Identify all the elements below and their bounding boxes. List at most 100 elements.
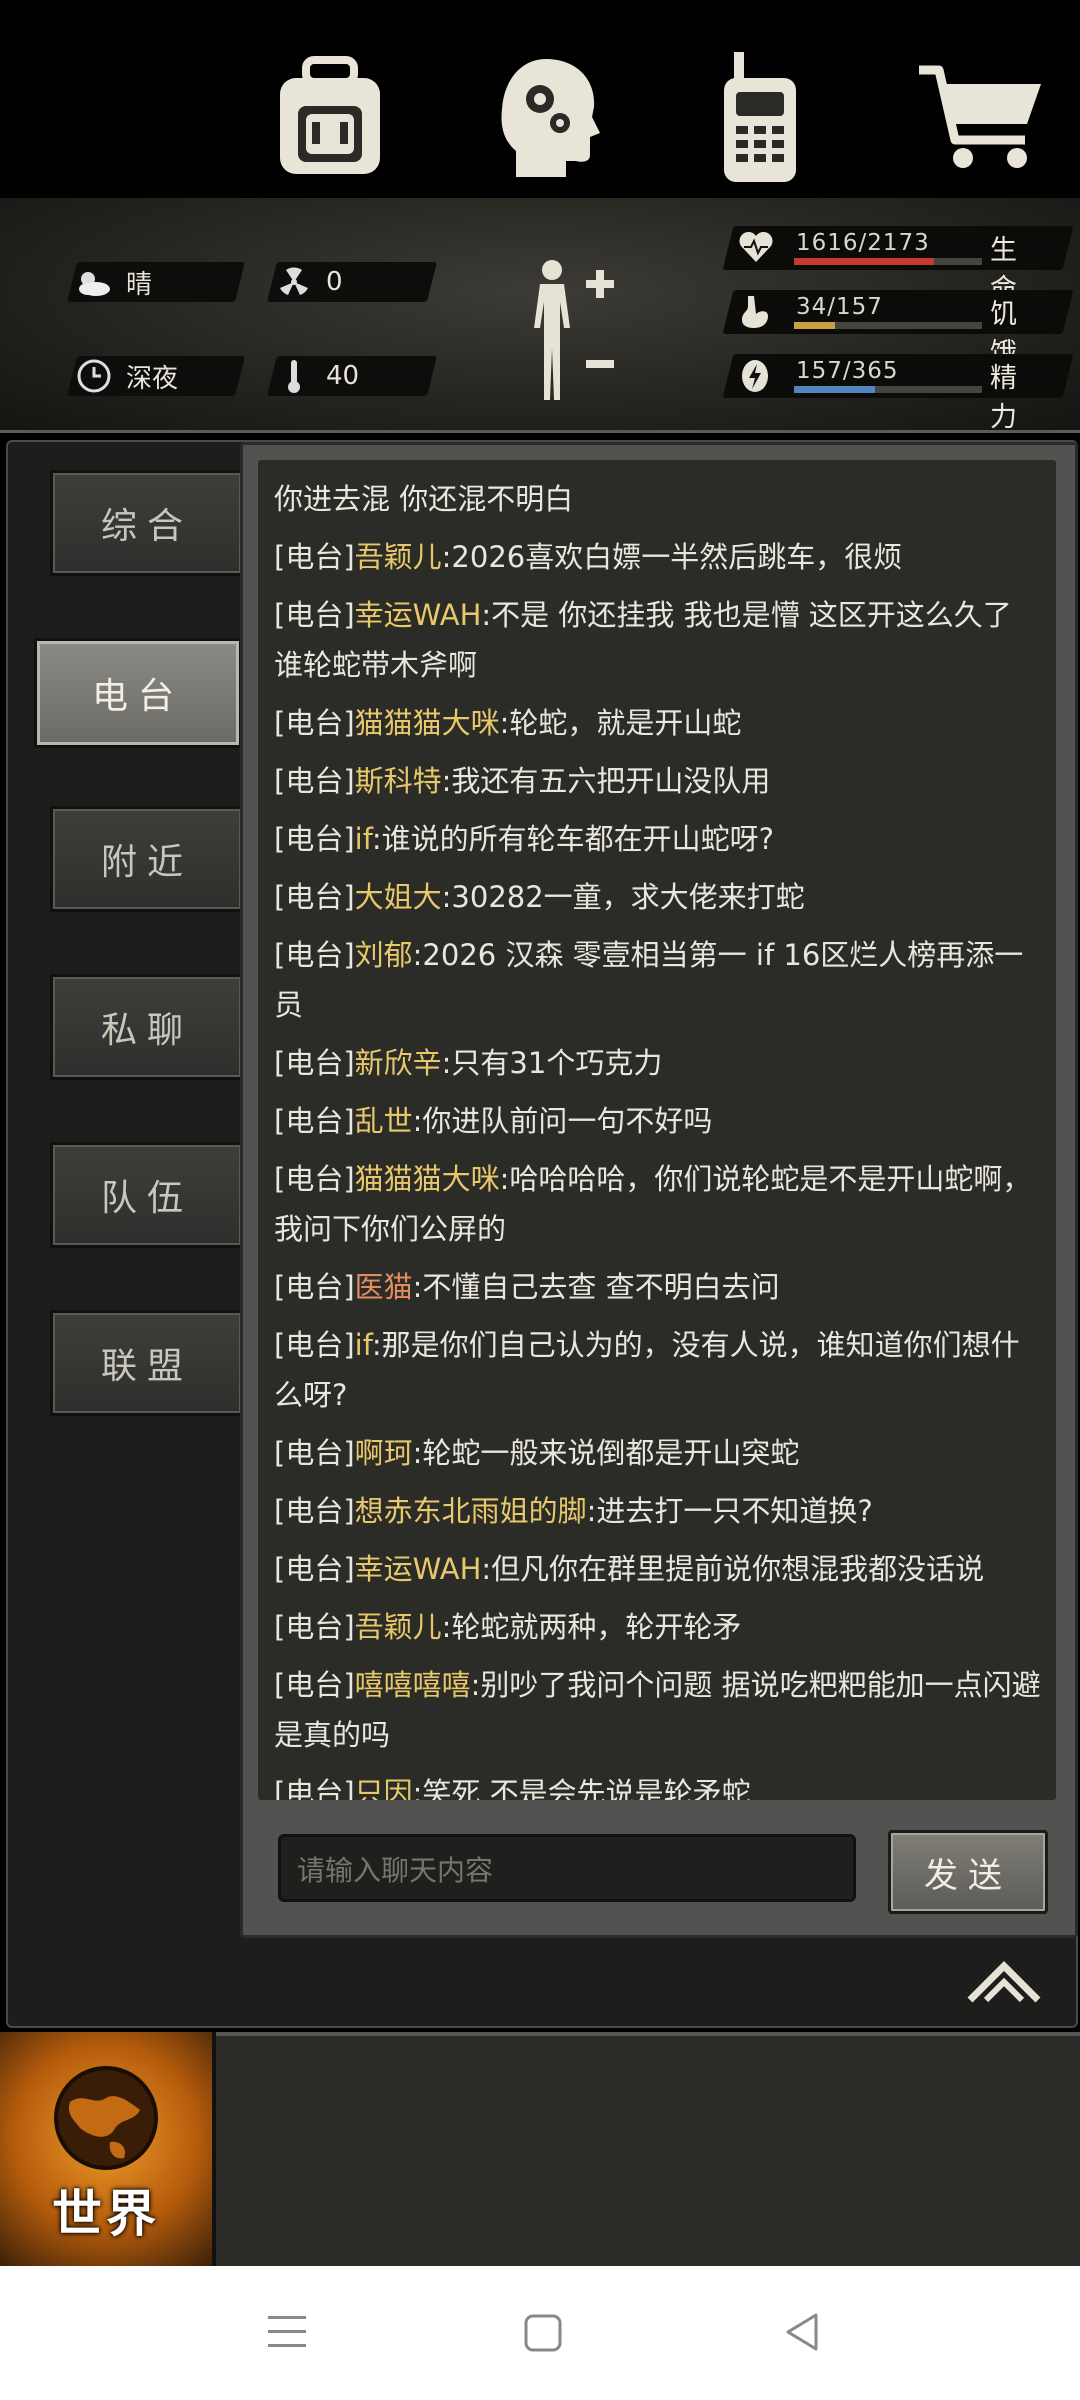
shop-button[interactable] <box>896 0 1066 234</box>
channel-tag: [电台] <box>274 880 355 914</box>
sender-name[interactable]: 猫猫猫大咪 <box>355 706 500 740</box>
channel-tag: [电台] <box>274 1046 355 1080</box>
tab-alliance[interactable]: 联盟 <box>50 1310 244 1416</box>
chat-message: [电台]刘郁:2026 汉森 零壹相当第一 if 16区烂人榜再添一员 <box>274 930 1044 1030</box>
chat-message: [电台]幸运WAH:不是 你还挂我 我也是懵 这区开这么久了 谁轮蛇带木斧啊 <box>274 590 1044 690</box>
energy-bar-fill <box>794 386 875 393</box>
back-icon[interactable] <box>784 2312 820 2352</box>
sender-name[interactable]: 斯科特 <box>355 764 442 798</box>
chat-message: [电台]吾颖儿:2026喜欢白嫖一半然后跳车，很烦 <box>274 532 1044 582</box>
message-text: :轮蛇就两种，轮开轮矛 <box>441 1610 742 1644</box>
message-list: 你进去混 你还混不明白 [电台]吾颖儿:2026喜欢白嫖一半然后跳车，很烦 [电台]… <box>274 474 1044 1800</box>
sender-name[interactable]: 嘻嘻嘻嘻 <box>355 1668 471 1702</box>
chat-message: [电台]新欣辛:只有31个巧克力 <box>274 1038 1044 1088</box>
chat-message: [电台]斯科特:我还有五六把开山没队用 <box>274 756 1044 806</box>
chat-message: [电台]大姐大:30282一童，求大佬来打蛇 <box>274 872 1044 922</box>
sender-name[interactable]: 乱世 <box>355 1104 413 1138</box>
sender-name[interactable]: 想赤东北雨姐的脚 <box>355 1494 587 1528</box>
message-text: :2026喜欢白嫖一半然后跳车，很烦 <box>441 540 903 574</box>
time-value: 深夜 <box>126 363 179 394</box>
clock-icon <box>72 356 116 396</box>
tab-private[interactable]: 私聊 <box>50 974 244 1080</box>
channel-tag: [电台] <box>274 1162 355 1196</box>
backpack-button[interactable] <box>250 0 410 234</box>
chat-message: [电台]if:谁说的所有轮车都在开山蛇呀? <box>274 814 1044 864</box>
chat-message: [电台]医猫:不懂自己去查 查不明白去问 <box>274 1262 1044 1312</box>
chat-message: [电台]想赤东北雨姐的脚:进去打一只不知道换? <box>274 1486 1044 1536</box>
sender-name[interactable]: 只因 <box>355 1776 413 1800</box>
sender-name[interactable]: 幸运WAH <box>355 1552 482 1586</box>
channel-tag: [电台] <box>274 764 355 798</box>
chat-message: [电台]乱世:你进队前问一句不好吗 <box>274 1096 1044 1146</box>
energy-label: 精力 <box>990 363 1017 433</box>
radiation-pill: 0 <box>267 262 437 302</box>
sender-name[interactable]: 啊珂 <box>355 1436 413 1470</box>
body-silhouette-icon <box>534 260 570 400</box>
plus-minus-icon <box>586 270 614 368</box>
stomach-icon <box>738 294 778 330</box>
chat-input[interactable]: 请输入聊天内容 <box>278 1834 856 1902</box>
sender-name[interactable]: 刘郁 <box>355 938 413 972</box>
channel-tag: [电台] <box>274 540 355 574</box>
channel-tag: [电台] <box>274 1776 355 1800</box>
energy-icon <box>738 358 778 394</box>
channel-tag: [电台] <box>274 1328 355 1362</box>
sender-name[interactable]: 吾颖儿 <box>355 540 442 574</box>
message-text: :只有31个巧克力 <box>441 1046 663 1080</box>
chat-message: [电台]只因:笑死 不是会先说是轮矛蛇 <box>274 1768 1044 1800</box>
chat-log[interactable]: 你进去混 你还混不明白 [电台]吾颖儿:2026喜欢白嫖一半然后跳车，很烦 [电台]… <box>258 460 1056 1800</box>
chat-message: 你进去混 你还混不明白 <box>274 474 1044 524</box>
shop-cart-icon <box>919 65 1041 168</box>
channel-tag: [电台] <box>274 938 355 972</box>
sender-name[interactable]: 幸运WAH <box>355 598 482 632</box>
sender-name[interactable]: 大姐大 <box>355 880 442 914</box>
hunger-bar-fill <box>794 322 835 329</box>
message-text: :轮蛇一般来说倒都是开山突蛇 <box>412 1436 800 1470</box>
menu-icon[interactable] <box>268 2314 306 2350</box>
sender-name[interactable]: 吾颖儿 <box>355 1610 442 1644</box>
message-text: :不懂自己去查 查不明白去问 <box>412 1270 780 1304</box>
message-text: :你进队前问一句不好吗 <box>412 1104 713 1138</box>
sender-name[interactable]: 新欣辛 <box>355 1046 442 1080</box>
chat-message: [电台]if:那是你们自己认为的，没有人说，谁知道你们想什么呀? <box>274 1320 1044 1420</box>
radio-icon <box>724 52 796 182</box>
channel-tag: [电台] <box>274 1436 355 1470</box>
tab-nearby[interactable]: 附近 <box>50 806 244 912</box>
weather-value: 晴 <box>126 269 153 300</box>
radio-button[interactable] <box>680 0 840 234</box>
skills-head-icon <box>501 59 600 177</box>
tab-general[interactable]: 综合 <box>50 470 244 576</box>
chat-message: [电台]吾颖儿:轮蛇就两种，轮开轮矛 <box>274 1602 1044 1652</box>
message-text: :那是你们自己认为的，没有人说，谁知道你们想什么呀? <box>274 1328 1020 1412</box>
cloud-sun-icon <box>72 262 116 302</box>
home-icon[interactable] <box>524 2314 562 2352</box>
chat-message: [电台]啊珂:轮蛇一般来说倒都是开山突蛇 <box>274 1428 1044 1478</box>
message-text: :但凡你在群里提前说你想混我都没话说 <box>481 1552 985 1586</box>
message-text: :笑死 不是会先说是轮矛蛇 <box>412 1776 751 1800</box>
channel-tag: [电台] <box>274 822 355 856</box>
world-label: 世界 <box>52 2185 160 2243</box>
health-bar-fill <box>794 258 934 265</box>
tab-radio[interactable]: 电台 <box>34 638 242 748</box>
sender-name[interactable]: if <box>355 822 372 856</box>
collapse-chevron-icon[interactable] <box>966 1960 1042 2008</box>
channel-tag: [电台] <box>274 1104 355 1138</box>
tab-team[interactable]: 队伍 <box>50 1142 244 1248</box>
send-button[interactable]: 发送 <box>888 1830 1048 1914</box>
message-text: :我还有五六把开山没队用 <box>441 764 771 798</box>
heart-icon <box>738 230 778 266</box>
sender-name[interactable]: 猫猫猫大咪 <box>355 1162 500 1196</box>
character-body-button[interactable] <box>520 256 624 410</box>
channel-tag: [电台] <box>274 1270 355 1304</box>
channel-tag: [电台] <box>274 706 355 740</box>
message-text: 你进去混 你还混不明白 <box>274 482 574 516</box>
sender-name[interactable]: if <box>355 1328 372 1362</box>
temperature-pill: 40 <box>267 356 437 396</box>
skills-button[interactable] <box>470 0 630 234</box>
system-navigation-bar <box>0 2266 1080 2400</box>
chat-message: [电台]猫猫猫大咪:轮蛇，就是开山蛇 <box>274 698 1044 748</box>
sender-name[interactable]: 医猫 <box>355 1270 413 1304</box>
message-text: :轮蛇，就是开山蛇 <box>499 706 742 740</box>
backpack-icon <box>280 56 380 174</box>
message-text: :进去打一只不知道换? <box>586 1494 873 1528</box>
